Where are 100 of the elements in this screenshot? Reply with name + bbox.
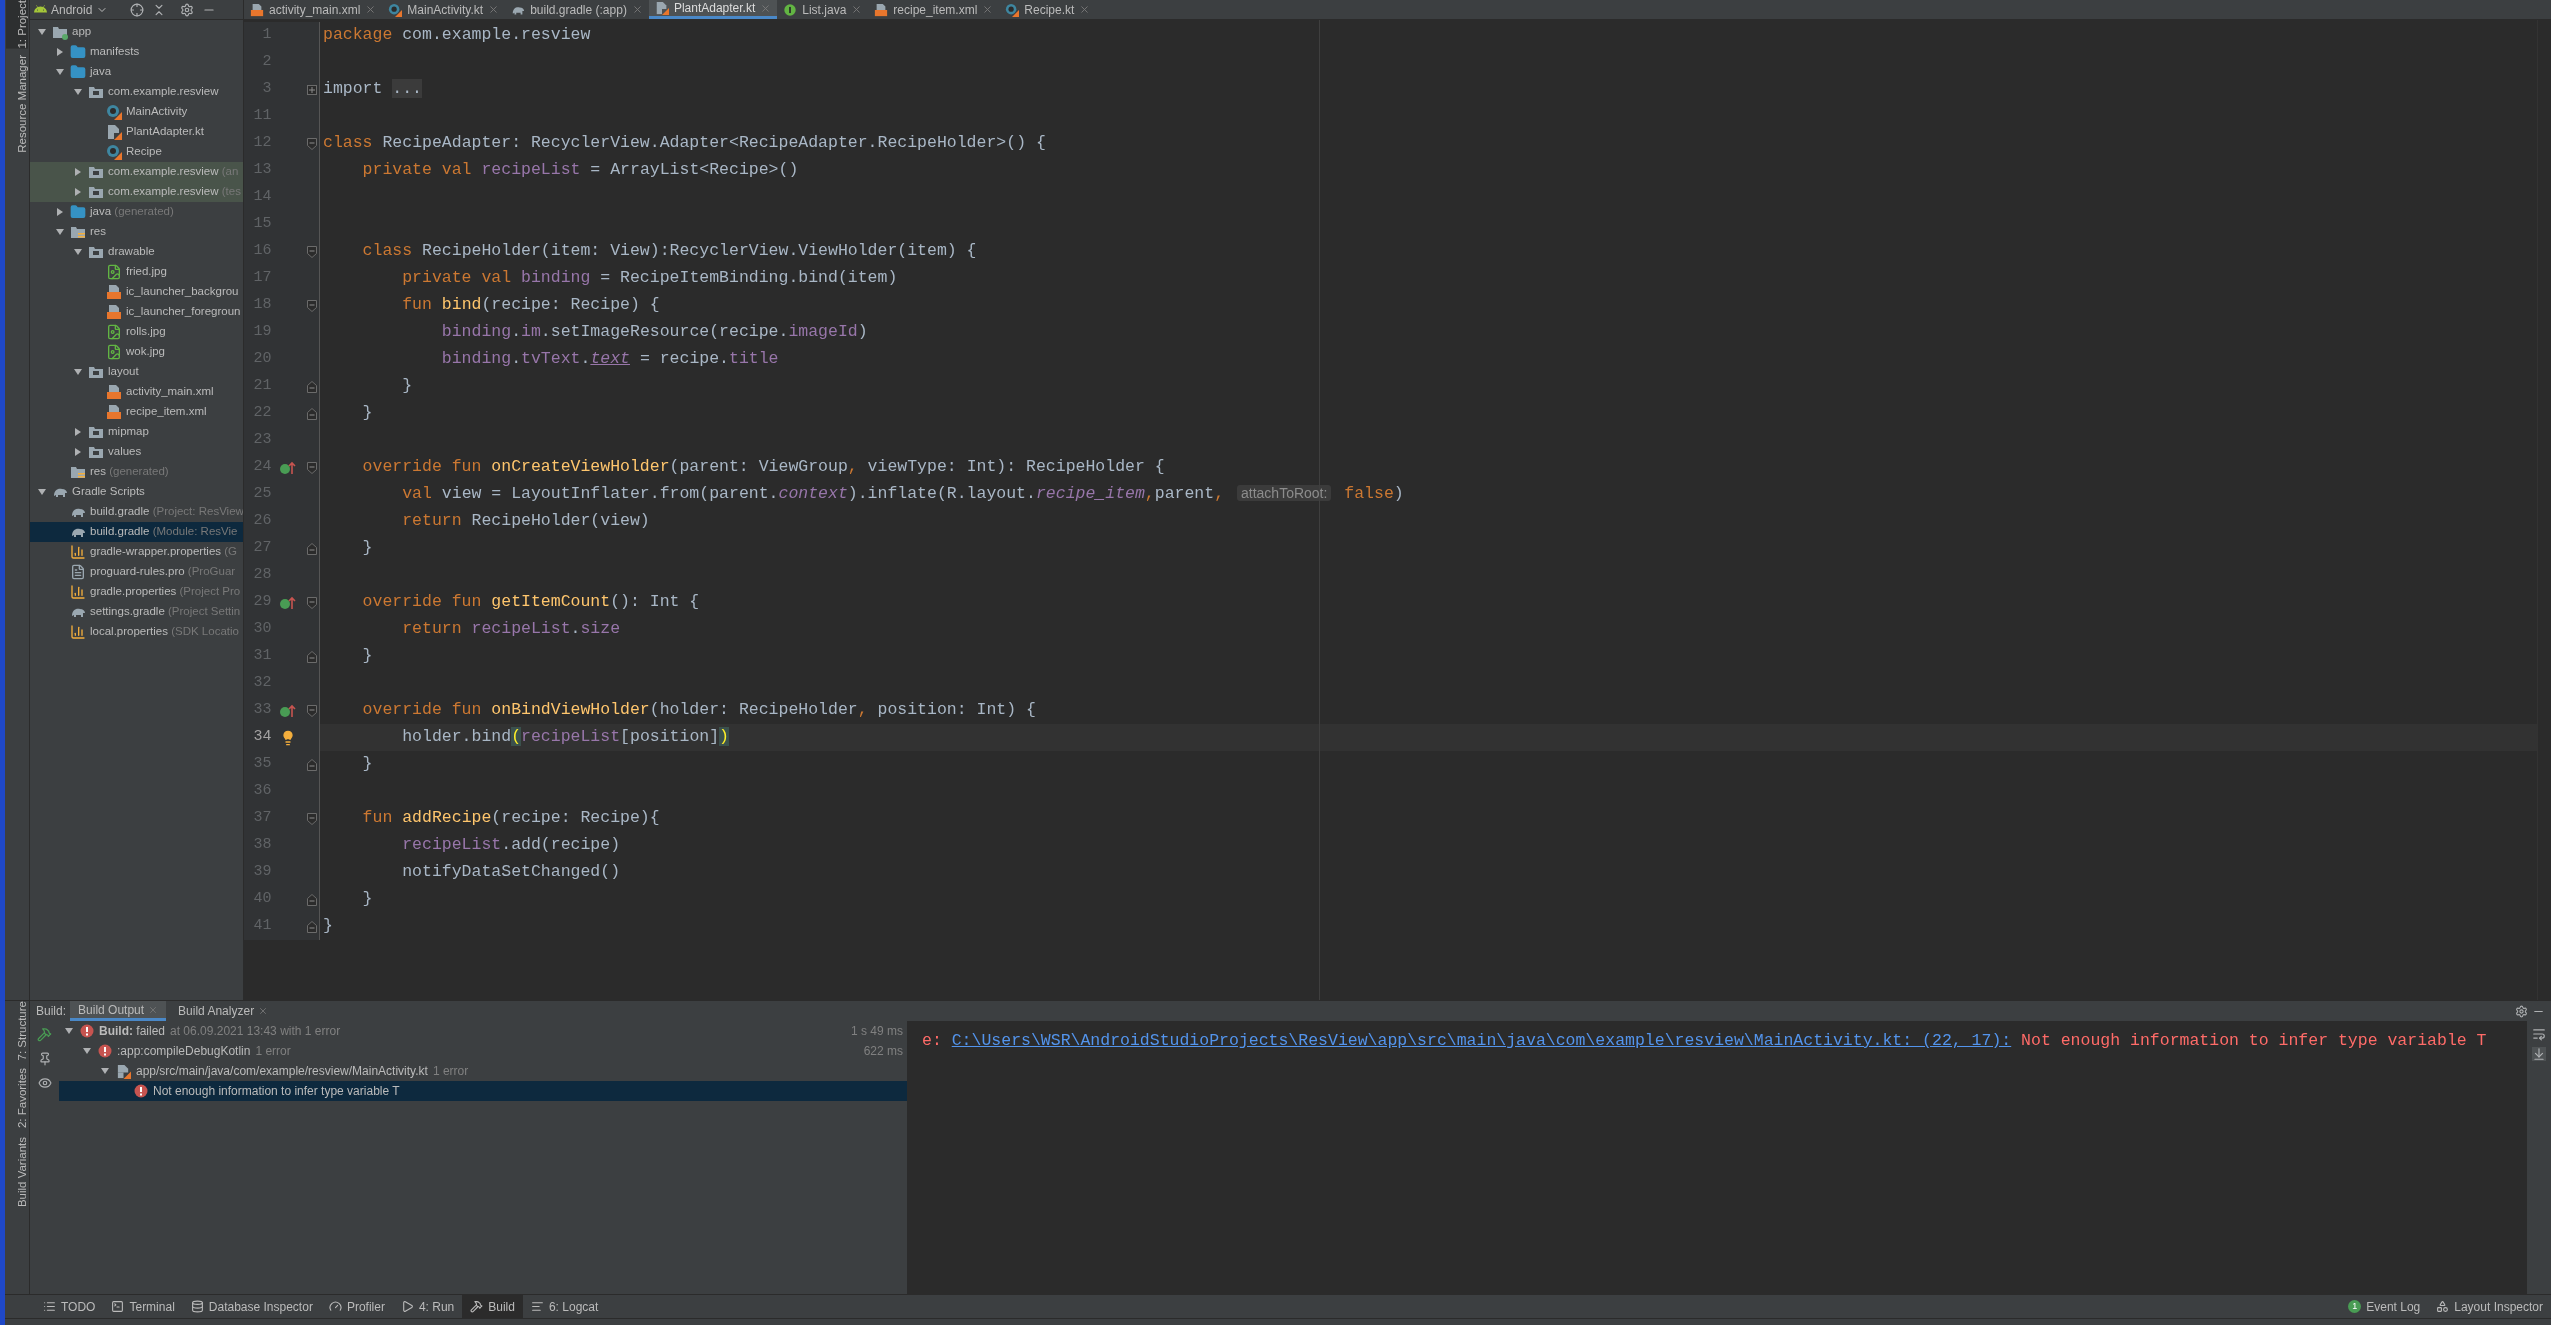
code-line: } xyxy=(361,753,373,776)
tree-item[interactable]: PlantAdapter.kt xyxy=(30,122,243,142)
build-tree-item[interactable]: app/src/main/java/com/example/resview/MainActivity.kt 1 error xyxy=(59,1061,907,1081)
tree-item[interactable]: res (generated) xyxy=(30,462,243,482)
caret-down-icon[interactable] xyxy=(55,67,65,77)
tool-window-button[interactable]: Profiler xyxy=(320,1295,393,1318)
tool-window-button[interactable]: 6: Logcat xyxy=(522,1295,607,1318)
tree-item[interactable]: gradle.properties (Project Pro xyxy=(30,582,243,602)
caret-right-icon[interactable] xyxy=(73,447,83,457)
error-prefix: e: xyxy=(922,1030,943,1052)
caret-right-icon[interactable] xyxy=(73,427,83,437)
tool-window-button[interactable]: TODO xyxy=(35,1295,104,1318)
tree-item[interactable]: recipe_item.xml xyxy=(30,402,243,422)
caret-right-icon[interactable] xyxy=(73,167,83,177)
tree-item[interactable]: drawable xyxy=(30,242,243,262)
settings-icon[interactable] xyxy=(2515,1004,2528,1018)
tool-window-button[interactable]: Layout Inspector xyxy=(2428,1295,2551,1318)
caret-down-icon[interactable] xyxy=(55,227,65,237)
build-tree-item[interactable]: Build: failed at 06.09.2021 13:43 with 1 error 1 s 49 ms xyxy=(59,1021,907,1041)
eye-icon[interactable] xyxy=(37,1076,52,1090)
tree-item[interactable]: gradle-wrapper.properties (G xyxy=(30,542,243,562)
locate-icon[interactable] xyxy=(130,2,145,17)
xml-file-icon xyxy=(250,2,264,17)
panel-tab[interactable]: Build Analyzer xyxy=(170,1001,277,1021)
tree-item[interactable]: layout xyxy=(30,362,243,382)
editor-tab[interactable]: MainActivity.kt xyxy=(382,0,506,19)
tree-item[interactable]: res xyxy=(30,222,243,242)
module-folder-icon xyxy=(52,24,68,40)
caret-down-icon[interactable] xyxy=(100,1066,110,1076)
caret-right-icon[interactable] xyxy=(55,207,65,217)
tree-item[interactable]: fried.jpg xyxy=(30,262,243,282)
tree-item[interactable]: build.gradle (Module: ResVie xyxy=(30,522,243,542)
tool-window-button[interactable]: Database Inspector xyxy=(182,1295,321,1318)
build-tree-item[interactable]: Not enough information to infer type variable T xyxy=(59,1081,907,1101)
tree-item[interactable]: ic_launcher_foregroun xyxy=(30,302,243,322)
folder-icon xyxy=(70,64,86,80)
tool-window-tab[interactable]: 2: Favorites xyxy=(6,1068,28,1129)
code-line: package com.example.resview xyxy=(322,24,591,47)
caret-right-icon[interactable] xyxy=(73,187,83,197)
scroll-to-end-icon[interactable] xyxy=(2532,1047,2546,1061)
tool-window-tab[interactable]: 1: Project xyxy=(6,0,28,49)
caret-right-icon[interactable] xyxy=(55,47,65,57)
caret-down-icon[interactable] xyxy=(82,1046,92,1056)
folder-icon xyxy=(88,164,104,180)
tree-item[interactable]: activity_main.xml xyxy=(30,382,243,402)
caret-down-icon[interactable] xyxy=(37,487,47,497)
caret-down-icon[interactable] xyxy=(73,367,83,377)
tree-item[interactable]: manifests xyxy=(30,42,243,62)
editor-tab[interactable]: Recipe.kt xyxy=(999,0,1097,19)
editor-tab[interactable]: PlantAdapter.kt xyxy=(648,0,778,19)
tool-window-button[interactable]: 4: Run xyxy=(392,1295,463,1318)
tree-item[interactable]: Gradle Scripts xyxy=(30,482,243,502)
tree-item[interactable]: wok.jpg xyxy=(30,342,243,362)
build-tree-item[interactable]: :app:compileDebugKotlin 1 error 622 ms xyxy=(59,1041,907,1061)
folder-icon xyxy=(88,424,104,440)
code-line: override fun onCreateViewHolder(parent: ViewGroup, viewType: Int): RecipeHolder { xyxy=(361,456,1165,479)
tree-item[interactable]: build.gradle (Project: ResView xyxy=(30,502,243,522)
project-view-dropdown[interactable]: Android xyxy=(34,0,109,19)
tree-item[interactable]: java xyxy=(30,62,243,82)
tree-item[interactable]: mipmap xyxy=(30,422,243,442)
tree-item[interactable]: java (generated) xyxy=(30,202,243,222)
code-line: val view = LayoutInflater.from(parent.context).inflate(R.layout.recipe_item,parent, attachToRoot: false) xyxy=(401,483,1404,506)
tree-item[interactable]: com.example.resview xyxy=(30,82,243,102)
tree-item[interactable]: app xyxy=(30,22,243,42)
tool-window-button[interactable]: Build xyxy=(462,1295,523,1318)
pin-icon[interactable] xyxy=(37,1052,52,1066)
panel-tab[interactable]: Build Output xyxy=(70,1001,167,1021)
tool-window-tab[interactable]: 7: Structure xyxy=(6,1001,28,1061)
tree-item[interactable]: values xyxy=(30,442,243,462)
code-line: } xyxy=(361,645,373,668)
hammer-icon[interactable] xyxy=(37,1027,52,1042)
folder-icon xyxy=(88,444,104,460)
editor-tab[interactable]: build.gradle (:app) xyxy=(505,0,649,19)
tree-item[interactable]: settings.gradle (Project Settin xyxy=(30,602,243,622)
tool-window-button[interactable]: 1 Event Log xyxy=(2340,1295,2429,1318)
tree-item[interactable]: Recipe xyxy=(30,142,243,162)
tree-item[interactable]: MainActivity xyxy=(30,102,243,122)
caret-down-icon[interactable] xyxy=(37,27,47,37)
folder-icon xyxy=(70,44,86,60)
run-icon xyxy=(400,1300,414,1313)
caret-down-icon[interactable] xyxy=(73,87,83,97)
kotlin-class-icon xyxy=(106,144,122,160)
tree-item[interactable]: rolls.jpg xyxy=(30,322,243,342)
tool-window-tab[interactable]: Resource Manager xyxy=(6,54,28,153)
code-line: override fun getItemCount(): Int { xyxy=(361,591,700,614)
soft-wrap-icon[interactable] xyxy=(2532,1027,2546,1041)
file-link[interactable]: C:\Users\WSR\AndroidStudioProjects\ResView\app\src\main\java\com\example\resview\MainActivity.kt: (22, 17): xyxy=(951,1029,2012,1054)
tool-window-button[interactable]: Terminal xyxy=(103,1295,183,1318)
tree-item[interactable]: ic_launcher_backgrou xyxy=(30,282,243,302)
editor-tab[interactable]: List.java xyxy=(777,0,869,19)
settings-icon[interactable] xyxy=(180,2,195,17)
tree-item[interactable]: proguard-rules.pro (ProGuar xyxy=(30,562,243,582)
editor-tab[interactable]: recipe_item.xml xyxy=(868,0,1000,19)
tree-item[interactable]: local.properties (SDK Locatio xyxy=(30,622,243,642)
xml-file-icon xyxy=(106,404,122,420)
editor-tab[interactable]: activity_main.xml xyxy=(244,0,383,19)
caret-down-icon[interactable] xyxy=(64,1026,74,1036)
tool-window-tab[interactable]: Build Variants xyxy=(6,1136,28,1207)
code-line: override fun onBindViewHolder(holder: RecipeHolder, position: Int) { xyxy=(361,699,1036,722)
caret-down-icon[interactable] xyxy=(73,247,83,257)
